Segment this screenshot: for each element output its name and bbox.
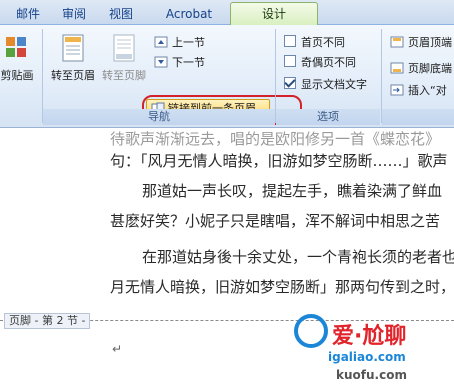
navigation-group-label: 导航	[43, 109, 275, 125]
page-footer-icon	[111, 33, 137, 63]
tab-design[interactable]: 设计	[230, 2, 318, 25]
up-arrow-icon	[154, 36, 168, 48]
first-page-different-checkbox[interactable]: 首页不同	[284, 35, 345, 51]
odd-even-different-checkbox[interactable]: 奇偶页不同	[284, 55, 356, 71]
tab-acrobat[interactable]: Acrobat	[160, 4, 218, 24]
goto-footer-button[interactable]: 转至页脚	[100, 33, 148, 83]
prev-section-button[interactable]: 上一节	[154, 35, 205, 51]
clip-art-button[interactable]: 剪贴画	[0, 33, 38, 83]
tab-view[interactable]: 视图	[103, 4, 139, 24]
checkbox-box	[284, 35, 296, 47]
document-line: 甚麽好笑？小妮子只是瞎唱，浑不解词中相思之苦	[110, 212, 441, 230]
footer-section-label: 页脚 - 第 2 节 -	[4, 313, 91, 329]
footer-position-icon	[390, 62, 404, 74]
insert-alignment-tab-label: 插入“对	[408, 84, 447, 97]
options-group-label: 选项	[276, 109, 380, 125]
first-page-different-label: 首页不同	[301, 36, 345, 49]
checkbox-box	[284, 55, 296, 67]
show-document-text-label: 显示文档文字	[301, 78, 367, 91]
header-position-icon	[390, 36, 404, 48]
document-line: 月无情人暗换，旧游如梦空肠断」那两句传到之时，	[110, 278, 454, 296]
paragraph-mark: ↵	[112, 342, 123, 356]
ribbon-tab-bar: 邮件 审阅 视图 Acrobat 设计	[0, 0, 454, 25]
insert-alignment-tab-button[interactable]: 插入“对	[390, 83, 447, 99]
goto-header-label: 转至页眉	[51, 69, 95, 82]
document-line: 那道姑一声长叹，提起左手，瞧着染满了鲜血	[142, 182, 443, 200]
watermark-url: igaliao.com	[328, 350, 406, 364]
document-line: 在那道姑身後十余丈处，一个青袍长须的老者也	[142, 248, 454, 266]
clip-art-icon	[4, 33, 30, 63]
watermark-url-secondary: kuofu.com	[336, 368, 407, 382]
page-header-icon	[60, 33, 86, 63]
header-top-button[interactable]: 页眉顶端	[390, 35, 452, 51]
footer-bottom-button[interactable]: 页脚底端	[390, 61, 452, 77]
alignment-tab-icon	[390, 84, 404, 96]
next-section-label: 下一节	[172, 56, 205, 69]
goto-header-button[interactable]: 转至页眉	[46, 33, 100, 83]
next-section-button[interactable]: 下一节	[154, 55, 205, 71]
show-document-text-checkbox[interactable]: 显示文档文字	[284, 77, 367, 93]
tab-review[interactable]: 审阅	[56, 4, 92, 24]
watermark-title: 爱·尬聊	[332, 324, 407, 349]
document-line: 待歌声渐渐远去，唱的是欧阳修另一首《蝶恋花》	[110, 130, 441, 148]
tab-mailings[interactable]: 邮件	[10, 4, 46, 24]
prev-section-label: 上一节	[172, 36, 205, 49]
checkbox-box-checked	[284, 77, 296, 89]
watermark-logo	[294, 314, 328, 348]
footer-bottom-label: 页脚底端	[408, 62, 452, 75]
header-top-label: 页眉顶端	[408, 36, 452, 49]
document-line: 句：「风月无情人暗换，旧游如梦空肠断……」歌声	[110, 152, 448, 170]
odd-even-different-label: 奇偶页不同	[301, 56, 356, 69]
position-group-label	[382, 109, 454, 125]
down-arrow-icon	[154, 56, 168, 68]
clip-art-label: 剪贴画	[0, 69, 34, 82]
goto-footer-label: 转至页脚	[102, 69, 146, 82]
document-page[interactable]: 待歌声渐渐远去，唱的是欧阳修另一首《蝶恋花》 句：「风月无情人暗换，旧游如梦空肠…	[0, 128, 454, 384]
ribbon-panel: 剪贴画 转至页眉 转至页脚 上一节 下一节 导航 首页不同 奇偶页不同 显示文档…	[0, 25, 454, 128]
